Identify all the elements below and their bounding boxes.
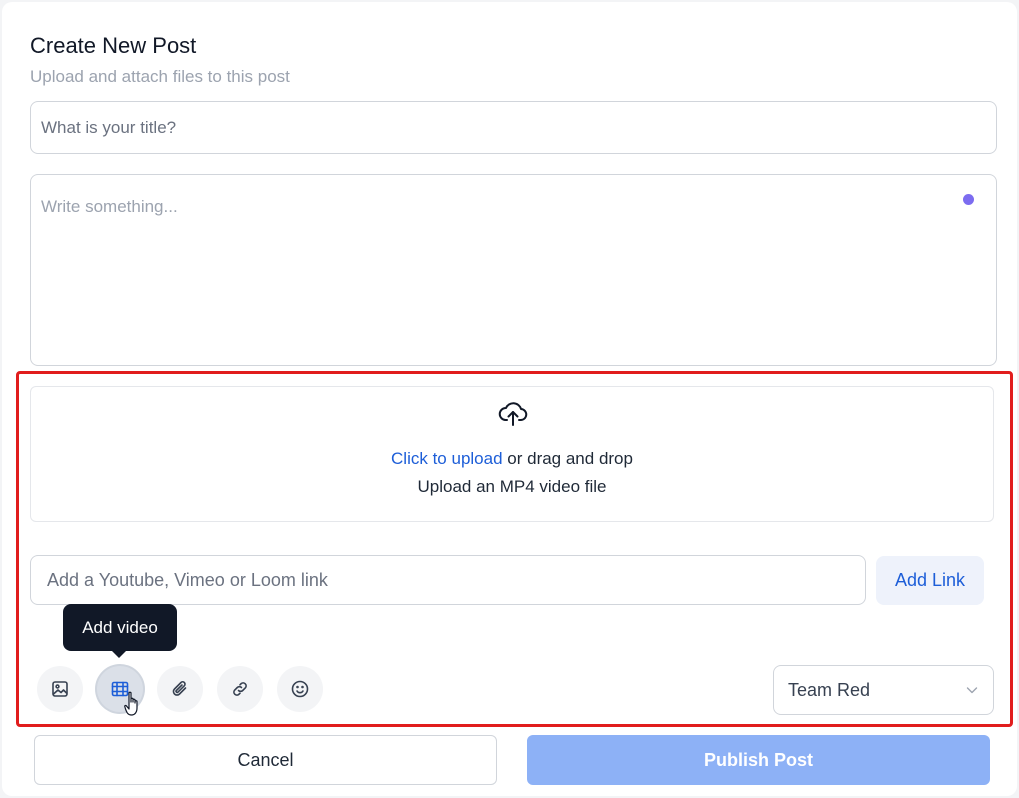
video-link-input[interactable]: [31, 556, 865, 604]
paperclip-icon: [172, 681, 187, 696]
team-select-value: Team Red: [788, 679, 871, 700]
insert-link-button[interactable]: [217, 666, 263, 712]
page-subtitle: Upload and attach files to this post: [30, 67, 290, 86]
click-to-upload-link[interactable]: Click to upload: [391, 449, 503, 468]
dropzone-instructions: Click to upload or drag and drop: [31, 449, 993, 469]
chevron-down-icon: [966, 687, 978, 694]
cancel-button[interactable]: Cancel: [34, 735, 497, 785]
emoji-button[interactable]: [277, 666, 323, 712]
page-title: Create New Post: [30, 33, 197, 58]
team-select[interactable]: Team Red: [773, 665, 994, 715]
drag-drop-text: or drag and drop: [502, 449, 633, 468]
post-body-editor[interactable]: Write something...: [30, 174, 997, 366]
emoji-icon: [291, 680, 309, 698]
link-icon: [233, 682, 247, 696]
cloud-upload-icon: [498, 402, 528, 426]
title-field-wrapper: [30, 101, 997, 154]
add-link-button[interactable]: Add Link: [876, 556, 984, 605]
add-video-tooltip: Add video: [63, 604, 177, 651]
publish-post-button[interactable]: Publish Post: [527, 735, 990, 785]
add-image-button[interactable]: [37, 666, 83, 712]
upload-hint: Upload an MP4 video file: [417, 477, 607, 496]
tooltip-arrow: [111, 650, 127, 658]
title-input[interactable]: [31, 102, 996, 153]
image-icon: [52, 681, 68, 697]
status-dot: [963, 194, 974, 205]
hand-cursor-icon: [124, 691, 138, 716]
video-link-field-wrapper: [30, 555, 866, 605]
video-dropzone[interactable]: Click to upload or drag and drop Upload …: [30, 386, 994, 522]
body-placeholder: Write something...: [41, 197, 178, 216]
attach-file-button[interactable]: [157, 666, 203, 712]
